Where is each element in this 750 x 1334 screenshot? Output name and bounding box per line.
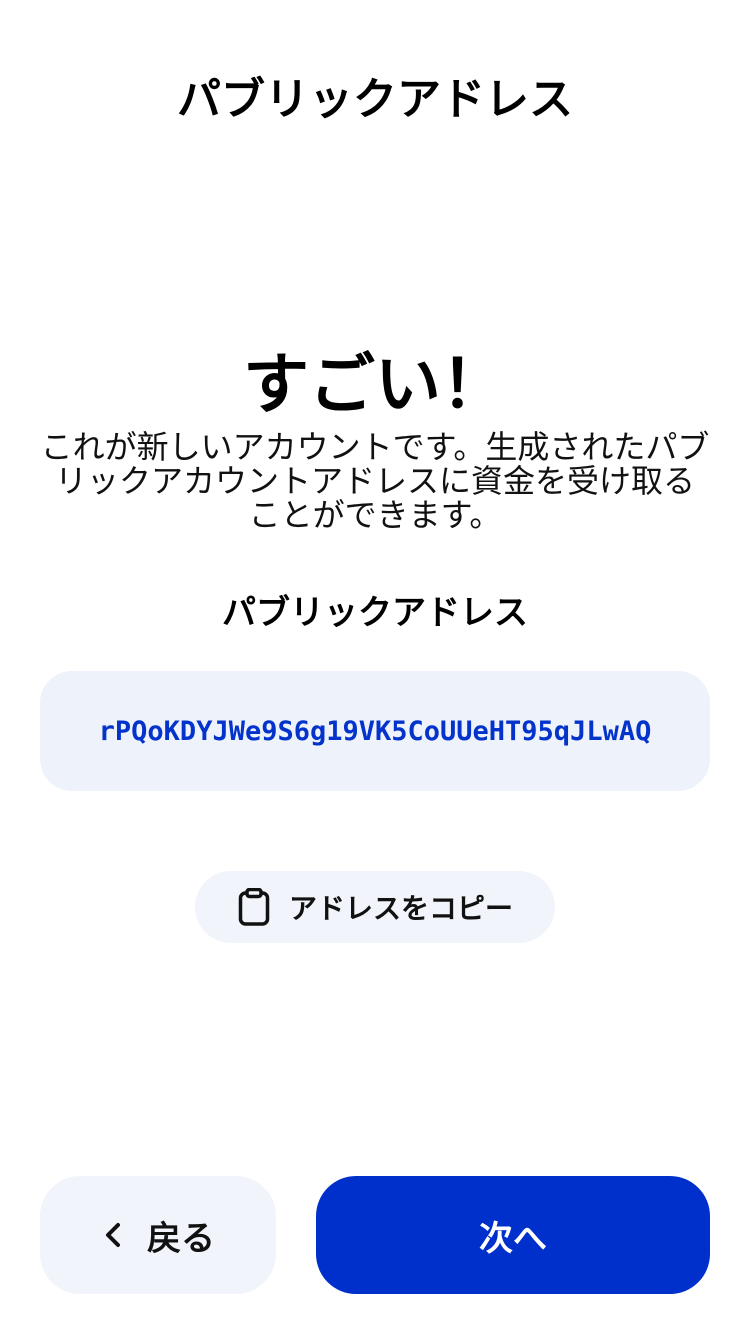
clipboard-icon	[237, 887, 271, 927]
address-label: パブリックアドレス	[222, 593, 528, 633]
chevron-left-icon	[101, 1220, 125, 1250]
hero-title: すごい！	[243, 346, 507, 423]
next-button[interactable]: 次へ	[316, 1176, 710, 1294]
address-box: rPQoKDYJWe9S6g19VK5CoUUeHT95qJLwAQ	[40, 671, 710, 791]
copy-address-button[interactable]: アドレスをコピー	[195, 871, 555, 943]
address-value: rPQoKDYJWe9S6g19VK5CoUUeHT95qJLwAQ	[98, 715, 652, 747]
back-button[interactable]: 戻る	[40, 1176, 276, 1294]
hero-description: これが新しいアカウントです。生成されたパブリックアカウントアドレスに資金を受け取…	[40, 428, 710, 534]
copy-address-label: アドレスをコピー	[288, 892, 513, 925]
page-title: パブリックアドレス	[177, 74, 573, 125]
next-label: 次へ	[479, 1218, 547, 1259]
back-label: 戻る	[147, 1218, 215, 1259]
